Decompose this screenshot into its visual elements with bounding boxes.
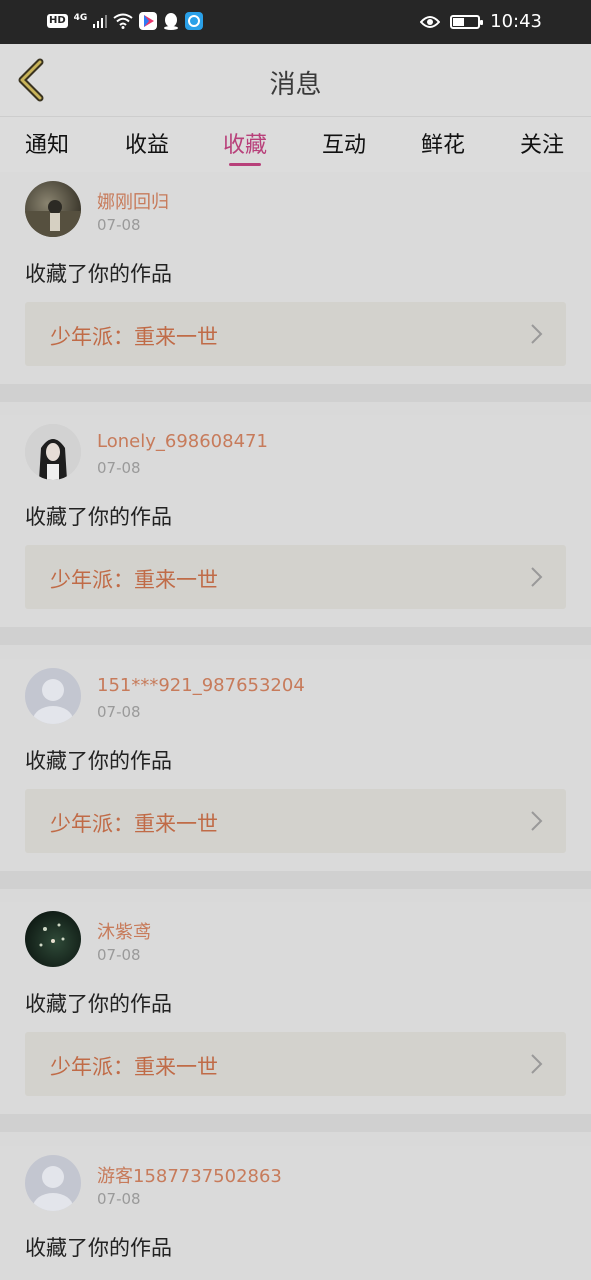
battery-level (453, 18, 464, 26)
tab-notice[interactable]: 通知 (12, 127, 82, 159)
chevron-right-icon (531, 567, 543, 587)
page-title: 消息 (269, 70, 322, 100)
work-link[interactable]: 少年派：重来一世 (25, 789, 566, 853)
username[interactable]: 151***921_987653204 (97, 675, 305, 696)
status-left: HD 4G (47, 12, 204, 30)
wifi-icon (113, 13, 133, 29)
default-avatar-icon[interactable] (25, 1155, 81, 1211)
network-type: 4G (73, 13, 88, 23)
action-text: 收藏了你的作品 (25, 505, 172, 529)
tab-follow[interactable]: 关注 (507, 127, 577, 159)
list-item: 娜刚回归 07-08 收藏了你的作品 少年派：重来一世 (0, 172, 591, 384)
app-header: 消息 (0, 44, 591, 116)
clock: 10:43 (490, 11, 542, 32)
divider (0, 384, 591, 402)
list-item: 151***921_987653204 07-08 收藏了你的作品 少年派：重来… (0, 659, 591, 871)
tab-favorites[interactable]: 收藏 (210, 127, 280, 159)
username[interactable]: 娜刚回归 (97, 188, 169, 214)
tab-earnings[interactable]: 收益 (112, 127, 182, 159)
default-avatar-icon[interactable] (25, 668, 81, 724)
avatar[interactable] (25, 424, 81, 480)
qq-icon (164, 13, 179, 30)
battery-icon (450, 15, 484, 29)
action-text: 收藏了你的作品 (25, 262, 172, 286)
divider (0, 1114, 591, 1132)
video-app-icon (139, 12, 158, 30)
tab-flowers[interactable]: 鲜花 (408, 127, 478, 159)
hd-badge: HD (47, 14, 68, 28)
work-title: 少年派：重来一世 (50, 325, 218, 349)
username[interactable]: 游客1587737502863 (97, 1162, 282, 1188)
work-link[interactable]: 少年派：重来一世 (25, 302, 566, 366)
tab-bar: 通知 收益 收藏 互动 鲜花 关注 (0, 116, 591, 172)
work-title: 少年派：重来一世 (50, 812, 218, 836)
browser-app-icon (185, 12, 204, 30)
chevron-right-icon (531, 811, 543, 831)
list-item: 游客1587737502863 07-08 收藏了你的作品 (0, 1146, 591, 1280)
list-item: Lonely_698608471 07-08 收藏了你的作品 少年派：重来一世 (0, 415, 591, 627)
work-link[interactable]: 少年派：重来一世 (25, 1032, 566, 1096)
list-item: 沐紫鸢 07-08 收藏了你的作品 少年派：重来一世 (0, 902, 591, 1114)
work-title: 少年派：重来一世 (50, 568, 218, 592)
work-link[interactable]: 少年派：重来一世 (25, 545, 566, 609)
action-text: 收藏了你的作品 (25, 992, 172, 1016)
date: 07-08 (97, 1190, 141, 1208)
status-bar: HD 4G 10:43 (0, 0, 591, 44)
avatar[interactable] (25, 911, 81, 967)
divider (0, 871, 591, 889)
date: 07-08 (97, 703, 141, 721)
chevron-right-icon (531, 1054, 543, 1074)
status-right: 10:43 (420, 10, 542, 34)
chevron-right-icon (531, 324, 543, 344)
tab-interaction[interactable]: 互动 (309, 127, 379, 159)
avatar[interactable] (25, 181, 81, 237)
username[interactable]: 沐紫鸢 (97, 918, 151, 944)
date: 07-08 (97, 946, 141, 964)
action-text: 收藏了你的作品 (25, 749, 172, 773)
active-tab-indicator (229, 163, 261, 166)
username[interactable]: Lonely_698608471 (97, 431, 268, 452)
divider (0, 627, 591, 645)
date: 07-08 (97, 459, 141, 477)
signal-icon (93, 15, 108, 28)
eye-comfort-icon (420, 16, 441, 28)
action-text: 收藏了你的作品 (25, 1236, 172, 1260)
work-title: 少年派：重来一世 (50, 1055, 218, 1079)
date: 07-08 (97, 216, 141, 234)
